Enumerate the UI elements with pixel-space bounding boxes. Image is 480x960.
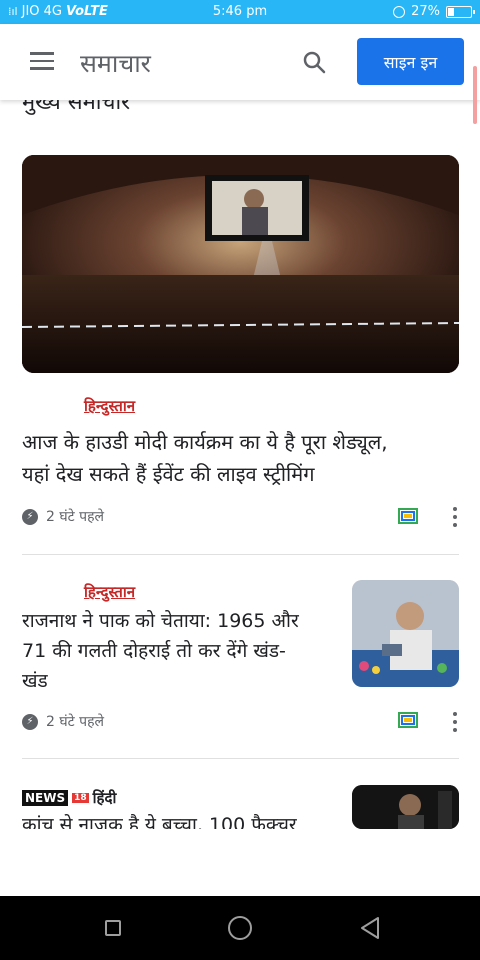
divider <box>22 758 459 759</box>
stadium-stage-image <box>22 155 459 373</box>
full-coverage-icon[interactable] <box>398 712 418 728</box>
menu-icon[interactable] <box>30 52 54 70</box>
article-hero-image[interactable] <box>22 155 459 373</box>
app-bar: समाचार साइन इन <box>0 24 480 100</box>
status-right: 27% <box>393 4 475 19</box>
child-image <box>352 785 459 829</box>
battery-fill <box>448 7 454 16</box>
full-coverage-icon[interactable] <box>398 508 418 524</box>
home-icon[interactable] <box>228 916 252 940</box>
headline-line: खंड <box>22 670 48 692</box>
article-thumbnail[interactable] <box>352 785 459 829</box>
headline-line: राजनाथ ने पाक को चेताया: 1965 और <box>22 610 299 632</box>
sign-in-button[interactable]: साइन इन <box>357 38 464 85</box>
app-title: समाचार <box>80 49 151 78</box>
more-vert-icon[interactable] <box>452 507 458 527</box>
recent-apps-icon[interactable] <box>105 920 121 936</box>
source-logo[interactable]: हिन्दुस्तान <box>84 582 135 602</box>
battery-percent: 27% <box>411 4 440 19</box>
headline-line: 71 की गलती दोहराई तो कर देंगे खंड- <box>22 640 286 662</box>
bolt-icon: ⚡ <box>22 713 38 730</box>
more-vert-icon[interactable] <box>452 712 458 732</box>
article-meta: ⚡ 2 घंटे पहले <box>22 712 104 731</box>
bolt-icon: ⚡ <box>22 508 38 525</box>
speaker-image <box>352 580 459 687</box>
article-thumbnail[interactable] <box>352 580 459 687</box>
news18-number: 18 <box>72 793 89 803</box>
system-nav-bar <box>0 896 480 960</box>
article-headline[interactable]: आज के हाउडी मोदी कार्यक्रम का ये है पूरा… <box>22 426 462 490</box>
article-headline[interactable]: राजनाथ ने पाक को चेताया: 1965 और 71 की ग… <box>22 606 342 696</box>
scroll-indicator[interactable] <box>473 66 477 124</box>
article-headline[interactable]: कांच से नाजुक है ये बच्चा, 100 फैक्चर <box>22 812 342 829</box>
article-meta: ⚡ 2 घंटे पहले <box>22 507 104 526</box>
article-time: 2 घंटे पहले <box>46 714 105 730</box>
headline-line: यहां देख सकते हैं ईवेंट की लाइव स्ट्रीमि… <box>22 462 315 486</box>
search-icon[interactable] <box>302 50 326 74</box>
headline-line: आज के हाउडी मोदी कार्यक्रम का ये है पूरा… <box>22 430 388 454</box>
source-logo[interactable]: हिन्दुस्तान <box>84 396 135 416</box>
article-time: 2 घंटे पहले <box>46 509 105 525</box>
news18-lang: हिंदी <box>92 789 117 807</box>
divider <box>22 554 459 555</box>
source-logo[interactable]: NEWS 18 हिंदी <box>22 788 116 808</box>
status-bar: ⁞ıl JIO 4G VoLTE 5:46 pm 27% <box>0 0 480 24</box>
headline-line: कांच से नाजुक है ये बच्चा, 100 फैक्चर <box>22 814 297 829</box>
news18-box: NEWS <box>22 790 69 806</box>
back-icon[interactable] <box>360 916 380 940</box>
rotation-lock-icon <box>393 5 406 18</box>
battery-icon <box>446 5 475 18</box>
